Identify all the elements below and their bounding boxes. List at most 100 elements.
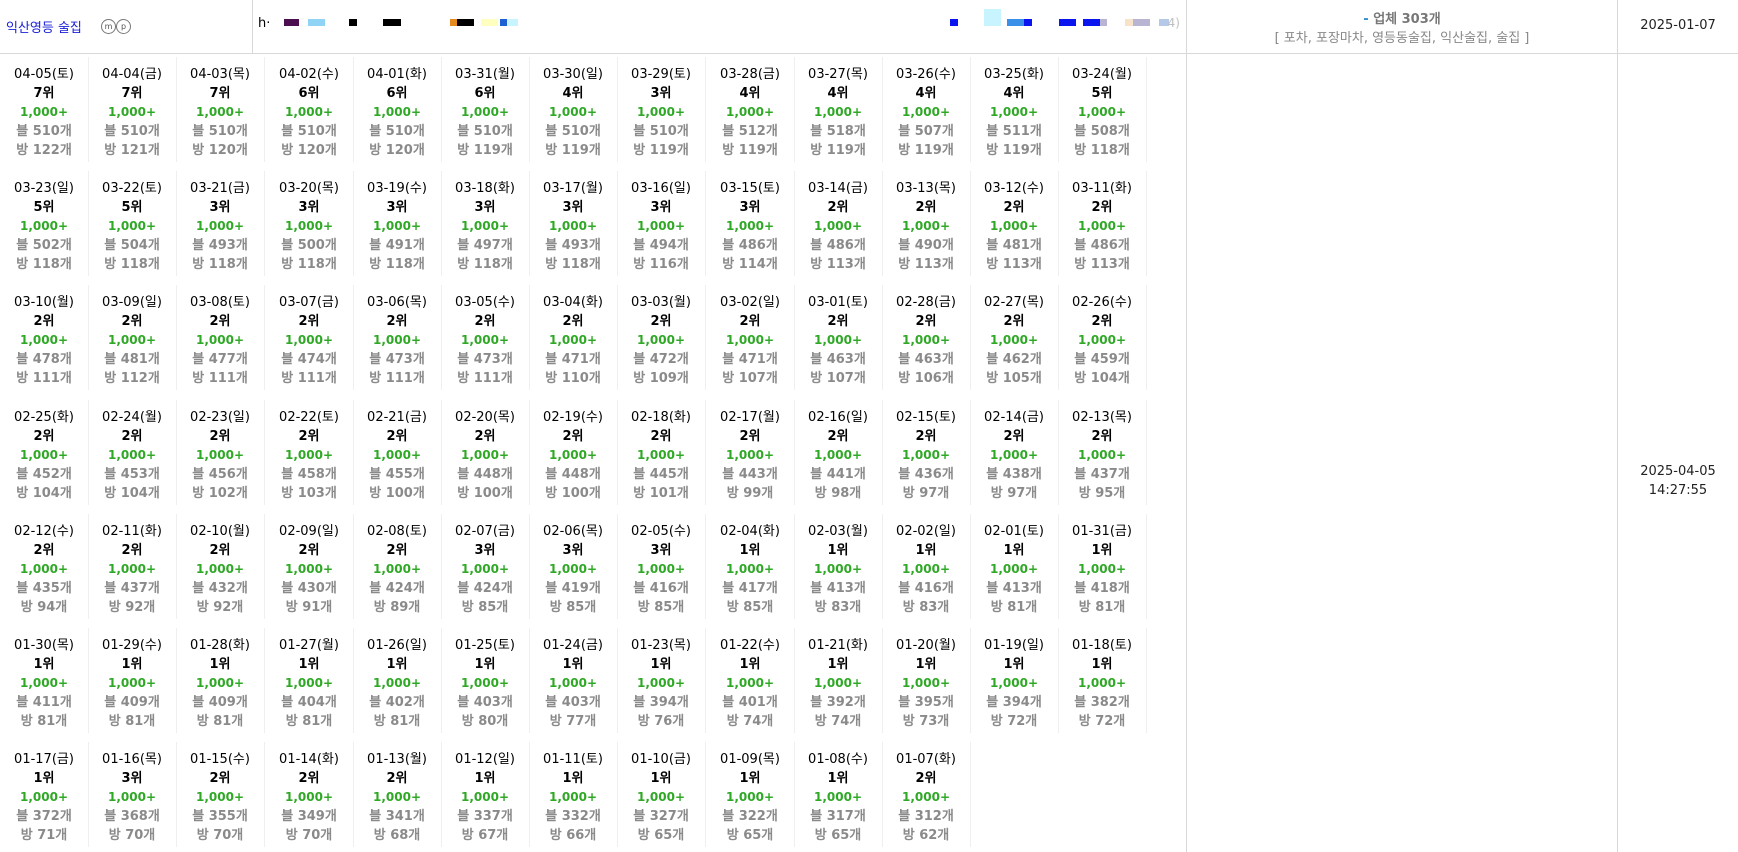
day-blog-count: 블 458개 bbox=[281, 467, 337, 482]
pc-badge-icon[interactable]: p bbox=[116, 19, 131, 34]
day-bang-count: 방 107개 bbox=[722, 371, 778, 386]
day-volume: 1,000+ bbox=[636, 105, 685, 119]
day-bang-count: 방 89개 bbox=[373, 600, 421, 615]
day-date: 03-24(월) bbox=[1072, 67, 1132, 82]
day-blog-count: 블 418개 bbox=[1074, 581, 1130, 596]
day-volume: 1,000+ bbox=[989, 676, 1038, 690]
day-cell: 03-05(수) 2위 1,000+ 블 473개 방 111개 bbox=[441, 285, 530, 390]
day-rank: 1위 bbox=[298, 657, 320, 672]
mobile-badge-icon[interactable]: m bbox=[101, 19, 116, 34]
day-blog-count: 블 490개 bbox=[898, 238, 954, 253]
graph-segment bbox=[308, 19, 325, 26]
day-volume: 1,000+ bbox=[372, 333, 421, 347]
day-volume: 1,000+ bbox=[284, 448, 333, 462]
day-bang-count: 방 103개 bbox=[281, 486, 337, 501]
day-volume: 1,000+ bbox=[548, 790, 597, 804]
day-volume: 1,000+ bbox=[813, 219, 862, 233]
day-blog-count: 블 435개 bbox=[16, 581, 72, 596]
day-bang-count: 방 92개 bbox=[108, 600, 156, 615]
keyword-link[interactable]: 익산영등 술집 bbox=[6, 17, 82, 36]
day-rank: 2위 bbox=[209, 543, 231, 558]
day-volume: 1,000+ bbox=[460, 676, 509, 690]
day-blog-count: 블 477개 bbox=[192, 352, 248, 367]
graph-segment bbox=[1024, 19, 1032, 26]
day-blog-count: 블 413개 bbox=[810, 581, 866, 596]
day-blog-count: 블 403개 bbox=[457, 695, 513, 710]
day-volume: 1,000+ bbox=[901, 333, 950, 347]
day-date: 04-05(토) bbox=[14, 67, 74, 82]
day-cell: 03-31(월) 6위 1,000+ 블 510개 방 119개 bbox=[441, 57, 530, 162]
day-date: 01-15(수) bbox=[190, 752, 250, 767]
day-blog-count: 블 394개 bbox=[986, 695, 1042, 710]
day-rank: 2위 bbox=[827, 200, 849, 215]
day-rank: 2위 bbox=[1091, 200, 1113, 215]
day-cell: 02-06(목) 3위 1,000+ 블 419개 방 85개 bbox=[529, 514, 618, 619]
day-blog-count: 블 368개 bbox=[104, 809, 160, 824]
day-rank: 3위 bbox=[121, 771, 143, 786]
day-rank: 3위 bbox=[386, 200, 408, 215]
day-cell: 03-29(토) 3위 1,000+ 블 510개 방 119개 bbox=[617, 57, 706, 162]
day-bang-count: 방 118개 bbox=[16, 257, 72, 272]
category-info: - 업체 303개 [ 포차, 포장마차, 영등동술집, 익산술집, 술집 ] bbox=[1187, 0, 1618, 53]
day-date: 02-02(일) bbox=[896, 524, 956, 539]
day-cell: 03-03(월) 2위 1,000+ 블 472개 방 109개 bbox=[617, 285, 706, 390]
day-cell: 03-20(목) 3위 1,000+ 블 500개 방 118개 bbox=[265, 171, 354, 276]
day-cell: 02-14(금) 2위 1,000+ 블 438개 방 97개 bbox=[970, 400, 1059, 505]
day-bang-count: 방 111개 bbox=[457, 371, 513, 386]
day-cell: 01-07(화) 2위 1,000+ 블 312개 방 62개 bbox=[882, 742, 971, 847]
day-cell: 03-19(수) 3위 1,000+ 블 491개 방 118개 bbox=[353, 171, 442, 276]
day-bang-count: 방 119개 bbox=[898, 143, 954, 158]
day-bang-count: 방 71개 bbox=[20, 828, 68, 843]
day-volume: 1,000+ bbox=[372, 790, 421, 804]
day-volume: 1,000+ bbox=[1077, 333, 1126, 347]
daily-rank-grid: 04-05(토) 7위 1,000+ 블 510개 방 122개 04-04(금) 7위 1,… bbox=[0, 54, 1187, 852]
day-volume: 1,000+ bbox=[107, 105, 156, 119]
day-date: 01-21(화) bbox=[808, 638, 868, 653]
day-rank: 2위 bbox=[33, 314, 55, 329]
day-bang-count: 방 118개 bbox=[192, 257, 248, 272]
day-date: 01-17(금) bbox=[14, 752, 74, 767]
day-bang-count: 방 97개 bbox=[902, 486, 950, 501]
day-rank: 2위 bbox=[650, 314, 672, 329]
day-rank: 3위 bbox=[298, 200, 320, 215]
day-bang-count: 방 85개 bbox=[726, 600, 774, 615]
day-cell: 03-26(수) 4위 1,000+ 블 507개 방 119개 bbox=[882, 57, 971, 162]
day-blog-count: 블 491개 bbox=[369, 238, 425, 253]
day-cell: 02-05(수) 3위 1,000+ 블 416개 방 85개 bbox=[617, 514, 706, 619]
day-rank: 3위 bbox=[739, 200, 761, 215]
day-volume: 1,000+ bbox=[989, 105, 1038, 119]
day-rank: 1위 bbox=[1091, 543, 1113, 558]
day-date: 03-15(토) bbox=[720, 181, 780, 196]
day-bang-count: 방 113개 bbox=[810, 257, 866, 272]
day-volume: 1,000+ bbox=[548, 105, 597, 119]
day-cell: 04-04(금) 7위 1,000+ 블 510개 방 121개 bbox=[88, 57, 177, 162]
day-volume: 1,000+ bbox=[548, 676, 597, 690]
day-blog-count: 블 512개 bbox=[722, 124, 778, 139]
day-cell: 03-10(월) 2위 1,000+ 블 478개 방 111개 bbox=[0, 285, 89, 390]
updated-timestamp: 2025-04-05 14:27:55 bbox=[1618, 462, 1738, 500]
day-date: 01-10(금) bbox=[631, 752, 691, 767]
day-blog-count: 블 312개 bbox=[898, 809, 954, 824]
day-cell: 02-26(수) 2위 1,000+ 블 459개 방 104개 bbox=[1058, 285, 1147, 390]
day-bang-count: 방 65개 bbox=[726, 828, 774, 843]
day-rank: 6위 bbox=[386, 86, 408, 101]
day-cell: 03-12(수) 2위 1,000+ 블 481개 방 113개 bbox=[970, 171, 1059, 276]
day-volume: 1,000+ bbox=[548, 219, 597, 233]
day-blog-count: 블 372개 bbox=[16, 809, 72, 824]
day-volume: 1,000+ bbox=[901, 790, 950, 804]
day-rank: 1위 bbox=[1091, 657, 1113, 672]
day-cell: 01-14(화) 2위 1,000+ 블 349개 방 70개 bbox=[265, 742, 354, 847]
day-date: 03-08(토) bbox=[190, 295, 250, 310]
day-date: 02-23(일) bbox=[190, 410, 250, 425]
day-blog-count: 블 419개 bbox=[545, 581, 601, 596]
day-volume: 1,000+ bbox=[284, 219, 333, 233]
day-bang-count: 방 120개 bbox=[369, 143, 425, 158]
day-bang-count: 방 118개 bbox=[1074, 143, 1130, 158]
day-blog-count: 블 510개 bbox=[457, 124, 513, 139]
day-date: 02-16(일) bbox=[808, 410, 868, 425]
day-volume: 1,000+ bbox=[460, 790, 509, 804]
day-rank: 2위 bbox=[298, 314, 320, 329]
day-bang-count: 방 119개 bbox=[722, 143, 778, 158]
day-volume: 1,000+ bbox=[636, 676, 685, 690]
day-date: 01-24(금) bbox=[543, 638, 603, 653]
